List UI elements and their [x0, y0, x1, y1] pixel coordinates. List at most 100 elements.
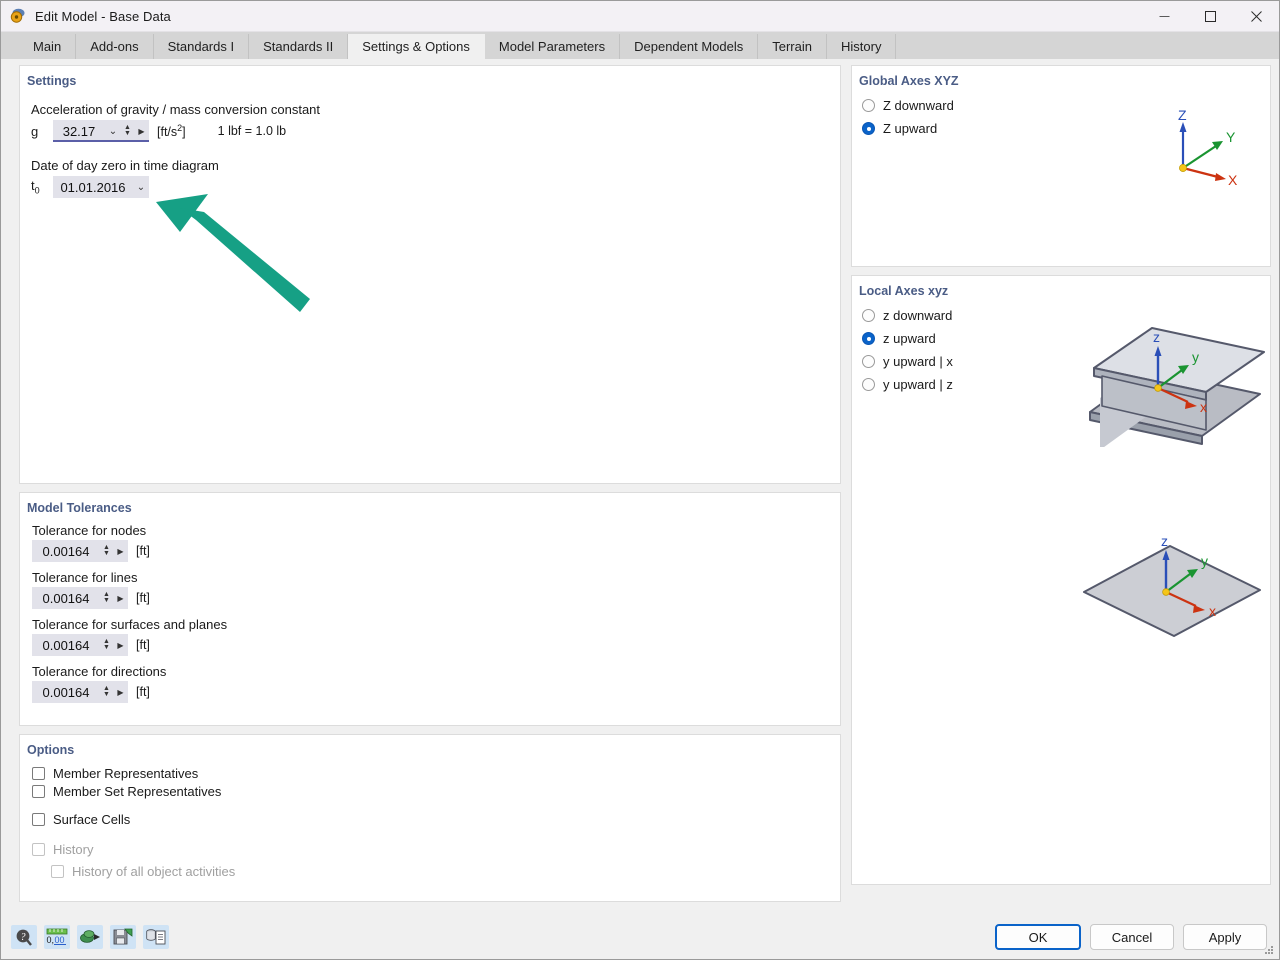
option-label: History	[53, 842, 94, 857]
resize-grip[interactable]	[1263, 944, 1275, 956]
tolerance-nodes-more-icon[interactable]: ▶	[113, 547, 128, 556]
radio-label: Z upward	[883, 121, 938, 136]
tab-history[interactable]: History	[827, 34, 897, 59]
tolerance-surfaces-spinner[interactable]: ▲ ▼	[100, 638, 113, 651]
tab-label: Main	[33, 39, 62, 54]
local-axes-surface-diagram: z y x	[1070, 524, 1270, 657]
minimize-button[interactable]	[1141, 1, 1187, 31]
tolerance-nodes-unit: [ft]	[136, 544, 150, 558]
gravity-unit: [ft/s2]	[157, 122, 186, 140]
cancel-button[interactable]: Cancel	[1090, 924, 1174, 950]
global-axes-panel: Global Axes XYZ Z downward Z upward Z Y …	[851, 65, 1271, 267]
tab-main[interactable]: Main	[19, 34, 77, 59]
tab-terrain[interactable]: Terrain	[758, 34, 827, 59]
option-label: Member Set Representatives	[53, 784, 222, 799]
radio-icon[interactable]	[862, 122, 875, 135]
radio-icon[interactable]	[862, 355, 875, 368]
local-axis-z-label: z	[1153, 329, 1160, 345]
tab-standards-ii[interactable]: Standards II	[249, 34, 349, 59]
option-member-set-representatives[interactable]: Member Set Representatives	[32, 784, 830, 799]
help-icon[interactable]: ?	[11, 925, 37, 949]
radio-label: z downward	[883, 308, 953, 323]
tolerance-lines-more-icon[interactable]: ▶	[113, 594, 128, 603]
button-label: Cancel	[1111, 929, 1153, 945]
surface-axis-y-label: y	[1201, 553, 1208, 569]
option-surface-cells[interactable]: Surface Cells	[32, 812, 830, 827]
tolerance-lines-label: Tolerance for lines	[32, 570, 138, 585]
title-bar: Edit Model - Base Data	[1, 1, 1279, 32]
checkbox-icon[interactable]	[32, 785, 45, 798]
tab-label: Settings & Options	[362, 39, 470, 54]
gravity-value-combo[interactable]: 32.17 ⌄ ▲ ▼ ▶	[53, 120, 149, 142]
settings-transfer-icon[interactable]	[77, 925, 103, 949]
tab-label: Terrain	[772, 39, 812, 54]
ok-button[interactable]: OK	[995, 924, 1081, 950]
radio-icon[interactable]	[862, 378, 875, 391]
save-defaults-icon[interactable]	[110, 925, 136, 949]
local-axes-option-z-downward[interactable]: z downward	[862, 308, 1260, 323]
tab-dependent-models[interactable]: Dependent Models	[620, 34, 759, 59]
model-tolerances-panel: Model Tolerances Tolerance for nodes 0.0…	[19, 492, 841, 726]
origin-marker	[1154, 384, 1162, 392]
dialog-footer: ? 0, 00 OK Cancel Apply	[1, 915, 1279, 959]
tab-strip: Main Add-ons Standards I Standards II Se…	[1, 32, 1279, 59]
maximize-button[interactable]	[1187, 1, 1233, 31]
model-tolerances-title: Model Tolerances	[27, 501, 132, 515]
chevron-down-icon[interactable]: ⌄	[105, 126, 121, 137]
gravity-label: Acceleration of gravity / mass conversio…	[31, 102, 321, 117]
tab-label: Standards II	[263, 39, 334, 54]
tolerance-directions-spinner[interactable]: ▲ ▼	[100, 685, 113, 698]
option-history-all-object-activities: History of all object activities	[51, 864, 830, 879]
tolerance-nodes-input[interactable]: 0.00164 ▲ ▼ ▶	[32, 540, 128, 562]
tolerance-lines-unit: [ft]	[136, 591, 150, 605]
tab-label: Add-ons	[90, 39, 139, 54]
option-label: Member Representatives	[53, 766, 199, 781]
button-label: Apply	[1208, 929, 1242, 945]
date-zero-combo[interactable]: 01.01.2016 ⌄	[53, 176, 149, 198]
option-member-representatives[interactable]: Member Representatives	[32, 766, 830, 781]
units-icon[interactable]: 0, 00	[44, 925, 70, 949]
tolerance-directions-more-icon[interactable]: ▶	[113, 688, 128, 697]
tab-settings-and-options[interactable]: Settings & Options	[348, 34, 485, 59]
global-axis-y-label: Y	[1226, 129, 1236, 145]
svg-text:0,: 0,	[47, 935, 55, 945]
apply-button[interactable]: Apply	[1183, 924, 1267, 950]
radio-icon[interactable]	[862, 332, 875, 345]
tolerance-surfaces-block: Tolerance for surfaces and planes 0.0016…	[26, 617, 830, 656]
checkbox-icon[interactable]	[32, 767, 45, 780]
option-label: History of all object activities	[72, 864, 236, 879]
chevron-down-icon[interactable]: ⌄	[133, 182, 149, 193]
radio-label: y upward | z	[883, 377, 953, 392]
tab-label: Model Parameters	[498, 39, 606, 54]
global-axes-title: Global Axes XYZ	[859, 74, 959, 88]
local-axes-beam-diagram: z y x	[1080, 322, 1270, 450]
window-title: Edit Model - Base Data	[35, 8, 171, 24]
tolerance-lines-input[interactable]: 0.00164 ▲ ▼ ▶	[32, 587, 128, 609]
button-label: OK	[1028, 929, 1048, 945]
surface-axis-z-label: z	[1161, 533, 1168, 549]
tab-model-parameters[interactable]: Model Parameters	[484, 34, 621, 59]
radio-icon[interactable]	[862, 99, 875, 112]
tab-label: Dependent Models	[634, 39, 744, 54]
global-axes-diagram: Z Y X	[1138, 107, 1258, 211]
copy-to-clipboard-icon[interactable]	[143, 925, 169, 949]
gravity-more-icon[interactable]: ▶	[134, 127, 149, 136]
gravity-spinner[interactable]: ▲ ▼	[121, 124, 134, 137]
tolerance-directions-unit: [ft]	[136, 685, 150, 699]
radio-label: y upward | x	[883, 354, 953, 369]
close-button[interactable]	[1233, 1, 1279, 31]
tolerance-surfaces-input[interactable]: 0.00164 ▲ ▼ ▶	[32, 634, 128, 656]
tolerance-surfaces-more-icon[interactable]: ▶	[113, 641, 128, 650]
tab-standards-i[interactable]: Standards I	[153, 34, 250, 59]
tolerance-nodes-spinner[interactable]: ▲ ▼	[100, 544, 113, 557]
tolerance-directions-input[interactable]: 0.00164 ▲ ▼ ▶	[32, 681, 128, 703]
origin-marker	[1162, 588, 1170, 596]
tolerance-lines-spinner[interactable]: ▲ ▼	[100, 591, 113, 604]
tolerance-surfaces-unit: [ft]	[136, 638, 150, 652]
radio-icon[interactable]	[862, 309, 875, 322]
checkbox-icon[interactable]	[32, 813, 45, 826]
local-axis-y-label: y	[1192, 349, 1199, 365]
settings-panel-title: Settings	[27, 74, 77, 88]
tolerance-directions-block: Tolerance for directions 0.00164 ▲ ▼ ▶ [f…	[26, 664, 830, 703]
tab-add-ons[interactable]: Add-ons	[76, 34, 154, 59]
